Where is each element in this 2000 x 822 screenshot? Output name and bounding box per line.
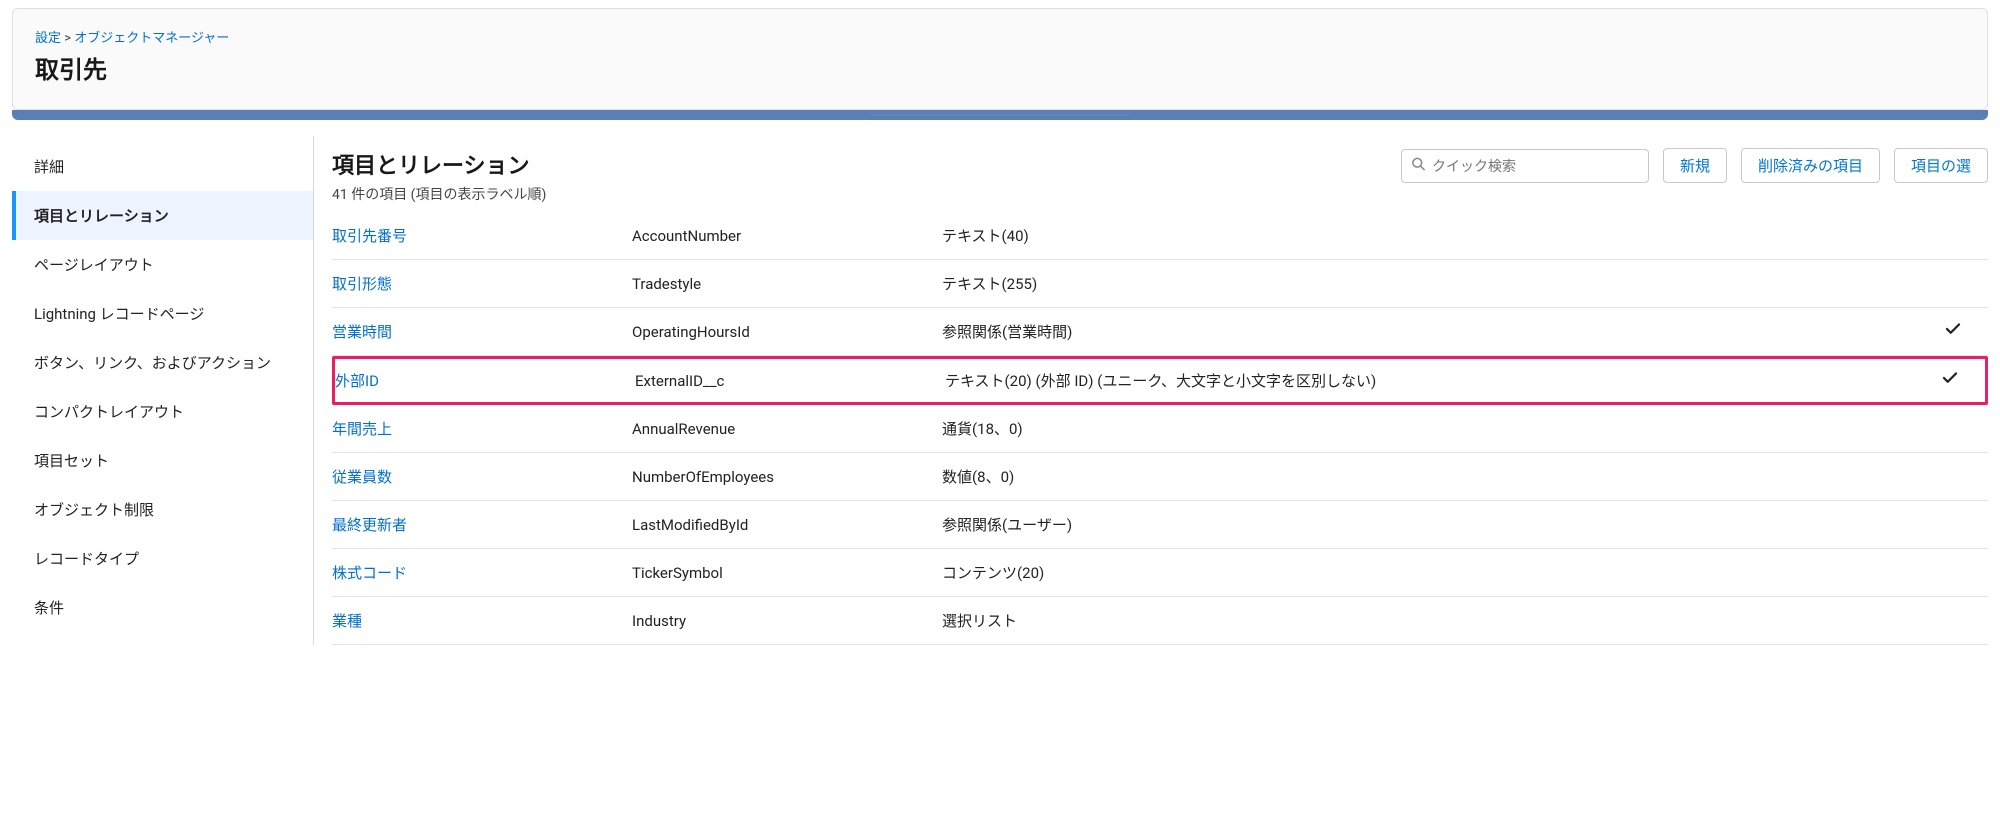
field-type: テキスト(255) bbox=[942, 273, 1918, 294]
sidebar-item-6[interactable]: 項目セット bbox=[12, 436, 313, 485]
page-title: 取引先 bbox=[35, 50, 1965, 85]
field-label-link[interactable]: 従業員数 bbox=[332, 468, 392, 486]
deleted-fields-button[interactable]: 削除済みの項目 bbox=[1741, 148, 1880, 183]
field-api-name: ExternalID__c bbox=[635, 372, 945, 390]
breadcrumb-sep: > bbox=[64, 31, 71, 46]
main-content: 項目とリレーション 41 件の項目 (項目の表示ラベル順) 新規 削除済みの項目… bbox=[314, 136, 1988, 645]
sidebar-item-4[interactable]: ボタン、リンク、およびアクション bbox=[12, 338, 313, 387]
field-type: 参照関係(営業時間) bbox=[942, 321, 1918, 342]
field-api-name: Industry bbox=[632, 612, 942, 630]
table-row: 年間売上 AnnualRevenue通貨(18、0) bbox=[332, 405, 1988, 453]
table-row: 外部ID ExternalID__cテキスト(20) (外部 ID) (ユニーク、… bbox=[332, 356, 1988, 405]
section-title: 項目とリレーション bbox=[332, 148, 546, 180]
field-api-name: LastModifiedById bbox=[632, 516, 942, 534]
table-row: 従業員数 NumberOfEmployees数値(8、0) bbox=[332, 453, 1988, 501]
indexed-check bbox=[1915, 369, 1985, 392]
quick-search-wrap bbox=[1401, 149, 1649, 183]
sidebar-item-2[interactable]: ページレイアウト bbox=[12, 240, 313, 289]
sidebar: 詳細項目とリレーションページレイアウトLightning レコードページボタン、… bbox=[12, 136, 314, 645]
field-type: 参照関係(ユーザー) bbox=[942, 514, 1918, 535]
field-label-link[interactable]: 株式コード bbox=[332, 564, 407, 582]
table-row: 株式コード TickerSymbolコンテンツ(20) bbox=[332, 549, 1988, 597]
field-label-link[interactable]: 業種 bbox=[332, 612, 362, 630]
section-header: 項目とリレーション 41 件の項目 (項目の表示ラベル順) 新規 削除済みの項目… bbox=[332, 148, 1988, 204]
table-row: 業種 Industry選択リスト bbox=[332, 597, 1988, 645]
sidebar-item-8[interactable]: レコードタイプ bbox=[12, 534, 313, 583]
sidebar-item-0[interactable]: 詳細 bbox=[12, 142, 313, 191]
field-type: コンテンツ(20) bbox=[942, 562, 1918, 583]
field-type: テキスト(40) bbox=[942, 225, 1918, 246]
sidebar-item-3[interactable]: Lightning レコードページ bbox=[12, 289, 313, 338]
field-api-name: TickerSymbol bbox=[632, 564, 942, 582]
sidebar-item-1[interactable]: 項目とリレーション bbox=[12, 191, 313, 240]
check-icon bbox=[1944, 320, 1962, 338]
action-bar: 新規 削除済みの項目 項目の選 bbox=[1401, 148, 1988, 183]
breadcrumb-settings-link[interactable]: 設定 bbox=[35, 31, 61, 46]
indexed-check bbox=[1918, 320, 1988, 343]
field-api-name: OperatingHoursId bbox=[632, 323, 942, 341]
field-type: 選択リスト bbox=[942, 610, 1918, 631]
section-subtitle: 41 件の項目 (項目の表示ラベル順) bbox=[332, 184, 546, 204]
quick-search-input[interactable] bbox=[1401, 149, 1649, 183]
field-api-name: Tradestyle bbox=[632, 275, 942, 293]
field-type: 通貨(18、0) bbox=[942, 418, 1918, 439]
table-row: 営業時間 OperatingHoursId参照関係(営業時間) bbox=[332, 308, 1988, 356]
field-label-link[interactable]: 取引形態 bbox=[332, 275, 392, 293]
breadcrumb-object-manager-link[interactable]: オブジェクトマネージャー bbox=[74, 31, 229, 46]
search-icon bbox=[1411, 156, 1426, 175]
header-divider bbox=[12, 110, 1988, 120]
field-label-link[interactable]: 年間売上 bbox=[332, 420, 392, 438]
new-button[interactable]: 新規 bbox=[1663, 148, 1727, 183]
breadcrumb: 設定 > オブジェクトマネージャー bbox=[35, 27, 1965, 46]
table-row: 取引先番号 AccountNumberテキスト(40) bbox=[332, 212, 1988, 260]
table-row: 最終更新者 LastModifiedById参照関係(ユーザー) bbox=[332, 501, 1988, 549]
field-label-link[interactable]: 取引先番号 bbox=[332, 227, 407, 245]
sidebar-item-7[interactable]: オブジェクト制限 bbox=[12, 485, 313, 534]
fields-table: 取引先番号 AccountNumberテキスト(40) 取引形態 Tradestyle… bbox=[332, 212, 1988, 645]
field-type: テキスト(20) (外部 ID) (ユニーク、大文字と小文字を区別しない) bbox=[945, 370, 1915, 391]
field-api-name: AnnualRevenue bbox=[632, 420, 942, 438]
field-label-link[interactable]: 外部ID bbox=[335, 372, 379, 390]
field-label-link[interactable]: 最終更新者 bbox=[332, 516, 407, 534]
check-icon bbox=[1941, 369, 1959, 387]
field-dependency-button[interactable]: 項目の選 bbox=[1894, 148, 1988, 183]
field-api-name: NumberOfEmployees bbox=[632, 468, 942, 486]
field-type: 数値(8、0) bbox=[942, 466, 1918, 487]
sidebar-item-9[interactable]: 条件 bbox=[12, 583, 313, 632]
sidebar-item-5[interactable]: コンパクトレイアウト bbox=[12, 387, 313, 436]
field-label-link[interactable]: 営業時間 bbox=[332, 323, 392, 341]
page-header: 設定 > オブジェクトマネージャー 取引先 bbox=[12, 8, 1988, 110]
table-row: 取引形態 Tradestyleテキスト(255) bbox=[332, 260, 1988, 308]
field-api-name: AccountNumber bbox=[632, 227, 942, 245]
